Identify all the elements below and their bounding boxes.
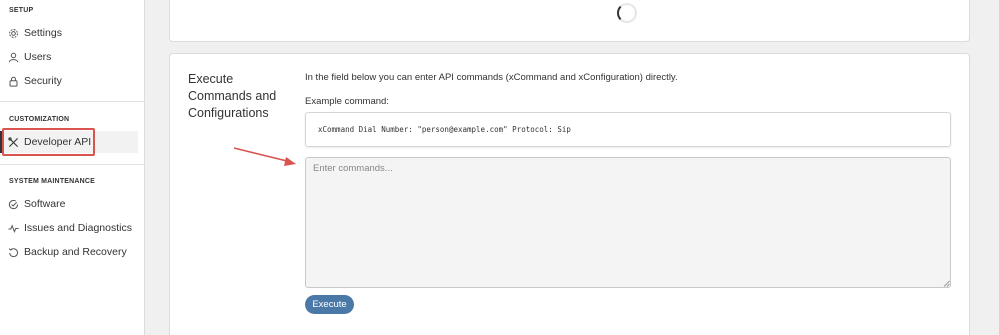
sidebar-item-label: Developer API (24, 136, 92, 148)
user-icon (8, 52, 19, 63)
software-check-icon (8, 199, 19, 210)
example-command-label: Example command: (305, 96, 389, 107)
sidebar-item-developer-api[interactable]: Developer API (0, 131, 138, 153)
sidebar-item-label: Backup and Recovery (24, 246, 127, 258)
sidebar-item-backup-and-recovery[interactable]: Backup and Recovery (0, 241, 138, 263)
section-heading-setup: SETUP (9, 7, 34, 14)
sidebar-item-label: Issues and Diagnostics (24, 222, 132, 234)
section-title: Execute Commands and Configurations (188, 72, 277, 120)
sidebar: SETUP Settings Users Security CUSTOMIZAT… (0, 0, 145, 335)
sidebar-item-users[interactable]: Users (0, 46, 138, 68)
gear-icon (8, 28, 19, 39)
loading-card (169, 0, 970, 42)
loading-spinner-icon (617, 3, 637, 23)
example-command-box: xCommand Dial Number: "person@example.co… (305, 112, 951, 147)
sidebar-item-label: Settings (24, 27, 62, 39)
tools-icon (8, 136, 19, 148)
sidebar-item-security[interactable]: Security (0, 70, 138, 92)
execute-button[interactable]: Execute (305, 295, 354, 314)
sidebar-item-label: Security (24, 75, 62, 87)
sidebar-item-issues-and-diagnostics[interactable]: Issues and Diagnostics (0, 217, 138, 239)
lock-icon (8, 76, 19, 87)
sidebar-divider (0, 164, 145, 165)
sidebar-item-label: Software (24, 198, 66, 210)
sidebar-item-settings[interactable]: Settings (0, 22, 138, 44)
backup-icon (8, 247, 19, 258)
sidebar-item-software[interactable]: Software (0, 193, 138, 215)
pulse-icon (8, 223, 19, 234)
section-heading-system-maintenance: SYSTEM MAINTENANCE (9, 178, 96, 185)
sidebar-item-label: Users (24, 51, 52, 63)
sidebar-divider (0, 101, 145, 102)
intro-text: In the field below you can enter API com… (305, 72, 678, 83)
resize-grip-icon[interactable] (942, 279, 950, 287)
section-heading-customization: CUSTOMIZATION (9, 116, 70, 123)
example-command-text: xCommand Dial Number: "person@example.co… (318, 125, 571, 134)
commands-input[interactable] (305, 157, 951, 288)
